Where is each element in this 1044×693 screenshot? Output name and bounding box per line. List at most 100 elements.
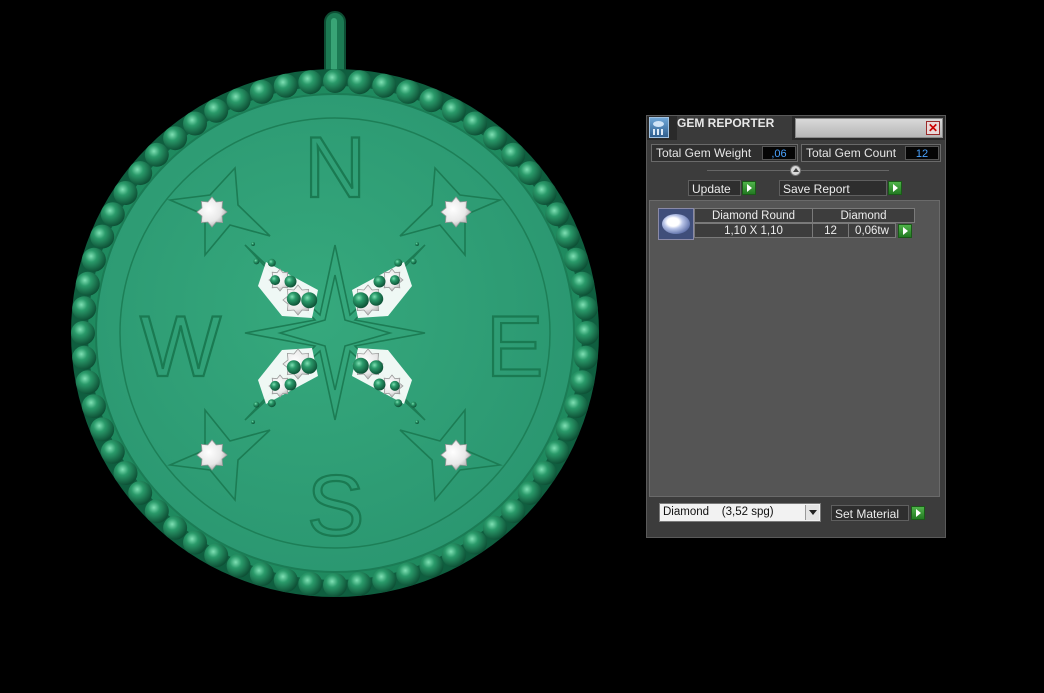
titlebar-drag-area[interactable]: ✕: [795, 118, 943, 138]
gem-list[interactable]: Diamond Round Diamond 1,10 X 1,10 12 0,0…: [649, 200, 940, 497]
channel-bead: [369, 360, 384, 375]
rim-bead: [323, 573, 347, 597]
save-report-button[interactable]: Save Report: [779, 180, 887, 196]
channel-bead: [373, 275, 386, 288]
total-gem-weight: Total Gem Weight ,06: [651, 144, 798, 162]
rim-bead: [482, 515, 507, 540]
rim-bead: [573, 345, 598, 370]
channel-bead: [389, 380, 400, 391]
channel-bead: [267, 399, 276, 408]
compass-letter-south: S: [307, 458, 364, 554]
gem-material-cell: Diamond: [812, 208, 915, 223]
rim-bead: [463, 530, 487, 555]
rim-bead: [575, 321, 599, 345]
total-gem-weight-label: Total Gem Weight: [656, 146, 752, 160]
rim-bead: [323, 69, 347, 93]
save-report-go-icon[interactable]: [888, 181, 902, 195]
channel-bead: [301, 357, 318, 374]
channel-bead: [394, 399, 403, 408]
close-icon[interactable]: ✕: [926, 121, 940, 135]
rim-bead: [372, 568, 397, 593]
rim-bead: [555, 224, 580, 249]
rim-bead: [183, 111, 207, 136]
channel-bead: [253, 401, 260, 408]
rim-bead: [113, 181, 138, 205]
rim-bead: [564, 247, 589, 272]
rim-bead: [75, 271, 100, 296]
rim-bead: [372, 73, 397, 98]
rim-bead: [204, 98, 229, 123]
rim-bead: [249, 562, 274, 587]
set-material-button[interactable]: Set Material: [831, 505, 909, 521]
pendant-viewport[interactable]: N S W E: [0, 0, 640, 693]
rim-bead: [144, 142, 169, 167]
material-select[interactable]: Diamond (3,52 spg): [659, 503, 821, 522]
panel-titlebar[interactable]: GEM REPORTER ✕: [647, 116, 945, 140]
channel-bead: [251, 420, 255, 424]
update-go-icon[interactable]: [742, 181, 756, 195]
rim-bead: [75, 370, 100, 395]
channel-bead: [394, 258, 403, 267]
set-material-button-label: Set Material: [835, 507, 900, 521]
rim-bead: [163, 515, 188, 540]
gem-reporter-app-icon: [649, 117, 669, 138]
channel-bead: [352, 292, 369, 309]
update-button[interactable]: Update: [688, 180, 741, 196]
gem-row-go-icon[interactable]: [898, 224, 912, 238]
channel-bead: [286, 360, 301, 375]
channel-bead: [389, 275, 400, 286]
gem-thumbnail-icon[interactable]: [658, 208, 694, 240]
rim-bead: [532, 181, 557, 205]
rim-bead: [396, 79, 421, 104]
channel-bead: [284, 275, 297, 288]
rim-bead: [347, 70, 372, 95]
collapse-toggle-icon[interactable]: [790, 165, 801, 176]
chevron-down-icon[interactable]: [805, 505, 819, 520]
update-button-label: Update: [692, 182, 731, 196]
rim-bead: [573, 296, 598, 321]
rim-bead: [273, 73, 298, 98]
channel-bead: [415, 242, 419, 246]
gem-size-cell: 1,10 X 1,10: [694, 223, 813, 238]
rim-bead: [441, 98, 466, 123]
compass-letter-north: N: [304, 120, 366, 216]
rim-bead: [564, 394, 589, 419]
rim-bead: [501, 142, 526, 167]
rim-bead: [90, 417, 115, 442]
rim-bead: [226, 88, 251, 113]
rim-bead: [183, 530, 207, 555]
channel-bead: [270, 275, 281, 286]
rim-bead: [81, 394, 106, 419]
total-gem-count: Total Gem Count 12: [801, 144, 941, 162]
diamond-gem: [440, 439, 472, 471]
channel-bead: [251, 242, 255, 246]
channel-bead: [301, 292, 318, 309]
rim-bead: [532, 461, 557, 485]
channel-bead: [415, 420, 419, 424]
rim-bead: [90, 224, 115, 249]
rim-bead: [249, 79, 274, 104]
channel-bead: [267, 258, 276, 267]
channel-bead: [286, 291, 301, 306]
set-material-go-icon[interactable]: [911, 506, 925, 520]
gem-reporter-panel: GEM REPORTER ✕ Total Gem Weight ,06 Tota…: [646, 115, 946, 538]
rim-bead: [570, 370, 595, 395]
rim-bead: [441, 543, 466, 568]
rim-bead: [419, 553, 444, 578]
total-gem-count-value: 12: [905, 146, 939, 160]
channel-bead: [369, 291, 384, 306]
rim-bead: [419, 88, 444, 113]
rim-bead: [555, 417, 580, 442]
gem-shape-cell: Diamond Round: [694, 208, 813, 223]
material-select-value: Diamond (3,52 spg): [663, 506, 774, 518]
rim-bead: [128, 161, 153, 186]
save-report-button-label: Save Report: [783, 182, 850, 196]
rim-bead: [545, 202, 570, 227]
rim-bead: [100, 202, 125, 227]
compass-letter-west: W: [140, 299, 221, 395]
gem-count-cell: 12: [812, 223, 849, 238]
rim-bead: [298, 571, 323, 596]
rim-bead: [128, 480, 153, 505]
gem-weight-cell: 0,06tw: [848, 223, 896, 238]
compass-letter-east: E: [486, 299, 543, 395]
